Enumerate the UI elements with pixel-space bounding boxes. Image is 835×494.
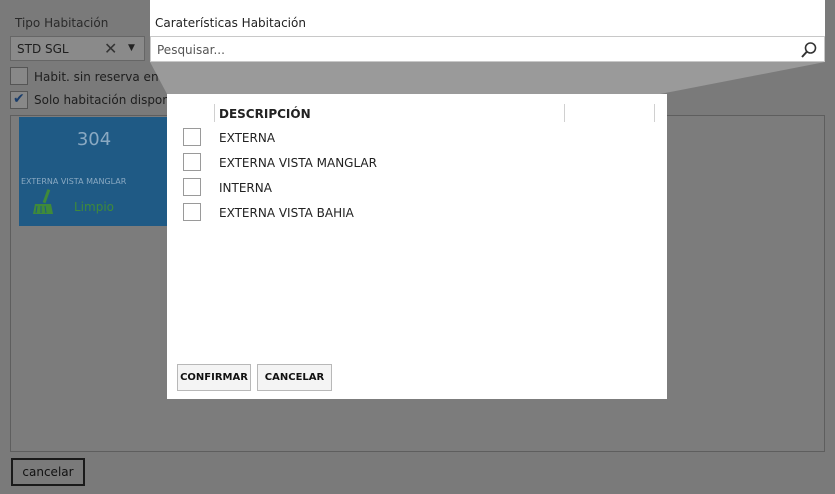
confirm-button[interactable]: CONFIRMAR (177, 364, 251, 391)
list-item[interactable]: EXTERNA VISTA BAHIA (167, 201, 667, 225)
row-label: EXTERNA VISTA BAHIA (219, 206, 354, 220)
search-box (150, 36, 825, 62)
cancel-button[interactable]: CANCELAR (257, 364, 332, 391)
chevron-down-icon[interactable]: ▼ (128, 43, 135, 53)
background-cancel-button[interactable]: cancelar (11, 458, 85, 486)
room-type-combo[interactable]: STD SGL ✕ ▼ (10, 36, 145, 61)
no-reservation-checkbox[interactable] (10, 67, 28, 85)
row-label: EXTERNA VISTA MANGLAR (219, 156, 377, 170)
room-card[interactable]: 304 EXTERNA VISTA MANGLAR Limpio (19, 117, 169, 226)
search-icon[interactable] (800, 41, 818, 59)
list-item[interactable]: INTERNA (167, 176, 667, 200)
clear-icon[interactable]: ✕ (104, 39, 117, 58)
broom-icon (33, 189, 53, 214)
column-separator (564, 104, 565, 122)
list-item[interactable]: EXTERNA VISTA MANGLAR (167, 151, 667, 175)
row-checkbox[interactable] (183, 203, 201, 221)
row-checkbox[interactable] (183, 128, 201, 146)
available-only-checkbox[interactable] (10, 91, 28, 109)
available-only-label: Solo habitación disponibl (34, 93, 185, 107)
list-item[interactable]: EXTERNA (167, 126, 667, 150)
column-separator (654, 104, 655, 122)
popup-header: Caraterísticas Habitación (150, 0, 825, 62)
column-separator (214, 104, 215, 122)
row-label: EXTERNA (219, 131, 276, 145)
search-input[interactable] (157, 41, 757, 59)
popup-title: Caraterísticas Habitación (155, 16, 306, 30)
popup-body: DESCRIPCIÓN EXTERNA EXTERNA VISTA MANGLA… (167, 94, 667, 399)
room-description: EXTERNA VISTA MANGLAR (21, 177, 127, 186)
room-status: Limpio (74, 200, 115, 214)
room-type-label: Tipo Habitación (15, 16, 109, 30)
column-header-descripcion: DESCRIPCIÓN (219, 107, 311, 121)
room-number: 304 (76, 129, 112, 150)
room-type-value: STD SGL (17, 42, 69, 56)
row-checkbox[interactable] (183, 153, 201, 171)
row-label: INTERNA (219, 181, 272, 195)
popup-connector (150, 62, 825, 94)
row-checkbox[interactable] (183, 178, 201, 196)
